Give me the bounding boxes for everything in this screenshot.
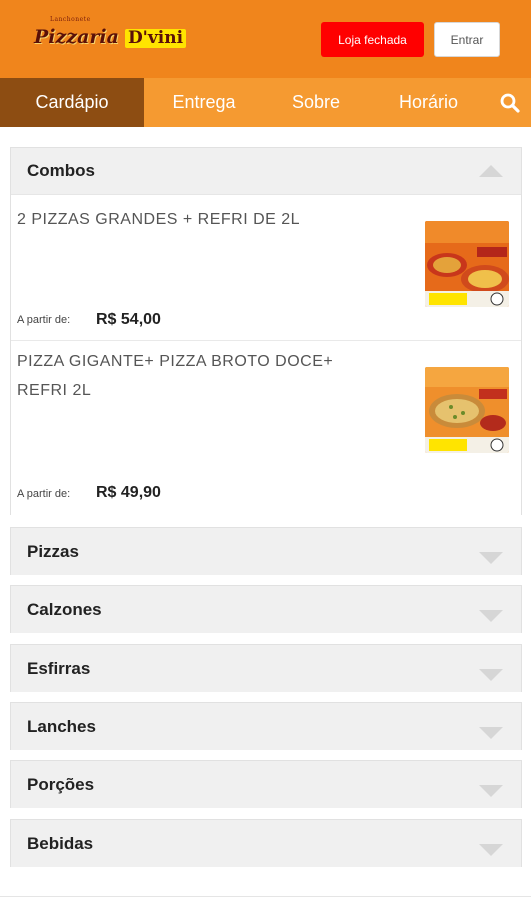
top-header: Lanchonete Pizzaria D'vini Loja fechada …: [0, 0, 531, 78]
login-button[interactable]: Entrar: [434, 22, 500, 57]
section-esfirras[interactable]: Esfirras: [10, 644, 522, 692]
section-porcoes[interactable]: Porções: [10, 760, 522, 808]
section-title: Porções: [27, 774, 95, 794]
chevron-down-icon: [479, 609, 503, 622]
menu-item[interactable]: PIZZA GIGANTE+ PIZZA BROTO DOCE+ REFRI 2…: [11, 341, 521, 515]
chevron-down-icon: [479, 551, 503, 564]
item-image: [425, 367, 509, 453]
section-bebidas[interactable]: Bebidas: [10, 819, 522, 867]
chevron-down-icon: [479, 843, 503, 856]
section-calzones[interactable]: Calzones: [10, 585, 522, 633]
chevron-down-icon: [479, 668, 503, 681]
item-price: R$ 54,00: [96, 311, 161, 328]
section-title: Esfirras: [27, 658, 91, 678]
logo-brand-text: D'vini: [124, 29, 187, 48]
price-label: A partir de:: [17, 314, 71, 326]
tab-entrega[interactable]: Entrega: [144, 78, 264, 127]
search-icon: [500, 93, 520, 113]
chevron-up-icon: [479, 165, 503, 177]
chevron-down-icon: [479, 726, 503, 739]
item-name: 2 PIZZAS GRANDES + REFRI DE 2L: [17, 211, 301, 228]
price-label: A partir de:: [17, 488, 71, 500]
section-title: Pizzas: [27, 541, 79, 561]
store-closed-button[interactable]: Loja fechada: [321, 22, 424, 57]
footer-divider: [0, 896, 531, 897]
section-title: Calzones: [27, 599, 102, 619]
chevron-down-icon: [479, 784, 503, 797]
item-price: R$ 49,90: [96, 484, 161, 501]
section-pizzas[interactable]: Pizzas: [10, 527, 522, 575]
section-title: Bebidas: [27, 833, 94, 853]
section-lanches[interactable]: Lanches: [10, 702, 522, 750]
tab-sobre[interactable]: Sobre: [264, 78, 368, 127]
logo[interactable]: Lanchonete Pizzaria D'vini: [34, 16, 187, 48]
logo-subtitle: Lanchonete: [50, 16, 91, 23]
item-name: PIZZA GIGANTE+ PIZZA BROTO DOCE+ REFRI 2…: [17, 353, 334, 399]
section-title: Combos: [27, 161, 95, 180]
search-button[interactable]: [489, 78, 531, 127]
section-combos-header[interactable]: Combos: [11, 148, 521, 195]
tab-cardapio[interactable]: Cardápio: [0, 78, 144, 127]
logo-pizzaria-text: Pizzaria: [34, 26, 119, 48]
section-title: Lanches: [27, 716, 96, 736]
menu-item[interactable]: 2 PIZZAS GRANDES + REFRI DE 2L A partir …: [11, 195, 521, 341]
main-nav: Cardápio Entrega Sobre Horário: [0, 78, 531, 127]
section-combos: Combos 2 PIZZAS GRANDES + REFRI DE 2L A …: [10, 147, 522, 515]
item-image: [425, 221, 509, 307]
tab-horario[interactable]: Horário: [368, 78, 489, 127]
